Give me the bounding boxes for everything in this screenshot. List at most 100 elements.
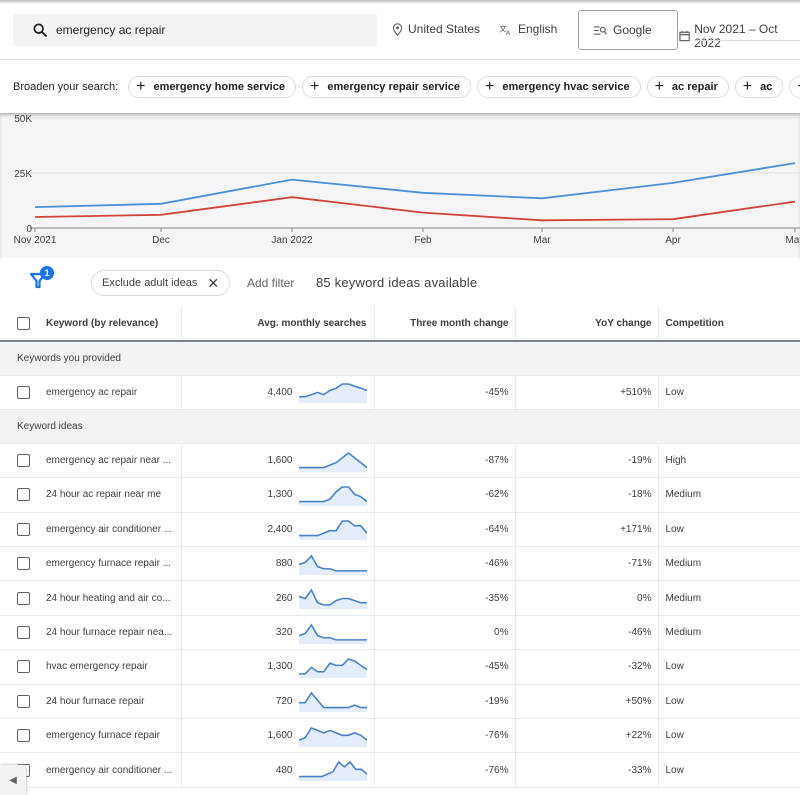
scroll-left-button[interactable]: ◀	[0, 765, 26, 795]
trend-sparkline	[298, 658, 367, 678]
x-tick-label: Feb	[414, 235, 432, 246]
column-header-avg-searches[interactable]: Avg. monthly searches	[181, 307, 375, 342]
keyword-cell: 24 hour furnace repair nea...	[0, 615, 182, 651]
row-checkbox[interactable]	[17, 626, 30, 640]
broaden-chip[interactable]: + ac repair	[646, 76, 729, 98]
x-tick-label: May	[786, 235, 800, 246]
column-header-yoy-change[interactable]: YoY change	[515, 307, 659, 342]
trend-sparkline	[298, 486, 367, 506]
row-checkbox[interactable]	[17, 454, 30, 468]
y-tick-label: 50K	[14, 114, 32, 125]
broaden-chip[interactable]: + emergency repair service	[301, 76, 472, 98]
keyword-cell: emergency furnace repair ...	[0, 546, 182, 582]
table-header-row: Keyword (by relevance) Avg. monthly sear…	[0, 307, 800, 342]
avg-searches-value: 720	[275, 695, 293, 707]
table-row[interactable]: emergency furnace repair 1,600 -76% +22%…	[0, 718, 800, 754]
avg-searches-cell: 480	[181, 752, 375, 788]
keyword-cell: emergency furnace repair	[0, 718, 182, 754]
select-all-checkbox[interactable]	[17, 317, 30, 330]
date-range-selector[interactable]: Nov 2021 – Oct 2022	[679, 22, 800, 50]
yoy-change-cell: -18%	[515, 477, 659, 513]
location-pin-icon	[392, 22, 403, 36]
broaden-chip[interactable]: + ac	[734, 76, 784, 98]
keyword-cell: 24 hour furnace repair	[0, 684, 182, 720]
avg-searches-value: 480	[275, 764, 293, 776]
table-row[interactable]: emergency air conditioner ... 2,400 -64%…	[0, 512, 800, 548]
row-checkbox[interactable]	[17, 591, 30, 605]
table-row[interactable]: emergency ac repair 4,400 -45% +510% Low	[0, 375, 800, 410]
x-tick-label: Apr	[665, 235, 681, 246]
avg-searches-value: 4,400	[267, 386, 293, 398]
active-filter-chip[interactable]: Exclude adult ideas ✕	[91, 270, 231, 296]
plus-icon: +	[309, 78, 320, 95]
table-row[interactable]: 24 hour furnace repair 720 -19% +50% Low	[0, 684, 800, 720]
row-checkbox[interactable]	[17, 522, 30, 536]
three-month-change-cell: -45%	[374, 649, 516, 685]
table-row[interactable]: 24 hour ac repair near me 1,300 -62% -18…	[0, 477, 800, 513]
row-checkbox[interactable]	[17, 729, 30, 743]
search-network-icon	[594, 25, 607, 35]
chevron-left-icon: ◀	[9, 774, 17, 786]
location-label: United States	[408, 22, 481, 36]
table-row[interactable]: 24 hour heating and air co... 260 -35% 0…	[0, 580, 800, 616]
location-selector[interactable]: United States	[392, 22, 480, 36]
trend-sparkline	[298, 383, 367, 404]
avg-searches-cell: 1,600	[181, 718, 375, 754]
search-input[interactable]: emergency ac repair	[13, 14, 377, 46]
table-row[interactable]: 24 hour furnace repair nea... 320 0% -46…	[0, 615, 800, 651]
avg-searches-value: 1,300	[267, 661, 293, 673]
avg-searches-value: 2,400	[267, 523, 293, 535]
competition-cell: Low	[658, 649, 800, 685]
broaden-chip[interactable]: +hvac	[789, 76, 800, 98]
date-range-underline	[694, 40, 800, 41]
keyword-cell: emergency ac repair	[0, 375, 182, 410]
keyword-ideas-count: 85 keyword ideas available	[316, 275, 478, 290]
avg-searches-cell: 2,400	[181, 512, 375, 548]
close-icon[interactable]: ✕	[207, 275, 219, 292]
avg-searches-value: 880	[275, 558, 293, 570]
row-checkbox[interactable]	[17, 694, 30, 708]
language-selector[interactable]: 文A English	[499, 22, 557, 36]
row-checkbox[interactable]	[17, 557, 30, 571]
three-month-change-cell: -76%	[374, 752, 516, 788]
search-network-selector[interactable]: Google	[578, 10, 678, 50]
top-toolbar: emergency ac repair United States 文A Eng…	[0, 0, 800, 60]
table-row[interactable]: emergency ac repair near ... 1,600 -87% …	[0, 443, 800, 479]
avg-searches-cell: 1,300	[181, 649, 375, 685]
add-filter-button[interactable]: Add filter	[247, 276, 294, 290]
row-checkbox[interactable]	[17, 385, 30, 399]
x-tick-label: Jan 2022	[271, 235, 313, 246]
table-row[interactable]: emergency furnace repair ... 880 -46% -7…	[0, 546, 800, 582]
top-shadow	[0, 0, 800, 4]
plus-icon: +	[136, 78, 146, 95]
row-checkbox[interactable]	[17, 488, 30, 502]
calendar-icon	[679, 30, 690, 42]
competition-cell: Medium	[658, 546, 800, 582]
row-checkbox[interactable]	[17, 660, 30, 674]
three-month-change-cell: -35%	[374, 580, 516, 616]
yoy-change-cell: +50%	[515, 684, 659, 720]
table-row[interactable]: emergency air conditioner ... 480 -76% -…	[0, 752, 800, 788]
keyword-table: Keyword (by relevance) Avg. monthly sear…	[0, 307, 800, 788]
column-header-three-month-change[interactable]: Three month change	[374, 307, 516, 342]
yoy-change-cell: -46%	[515, 615, 659, 651]
section-keywords-provided: Keywords you provided	[0, 341, 800, 376]
broaden-chip[interactable]: + emergency hvac service	[477, 76, 641, 98]
section-label: Keywords you provided	[0, 341, 800, 376]
trend-sparkline	[298, 691, 367, 713]
search-icon	[33, 23, 47, 37]
three-month-change-cell: -64%	[374, 512, 516, 548]
keyword-cell: 24 hour heating and air co...	[0, 580, 182, 616]
yoy-change-cell: -32%	[515, 649, 659, 685]
competition-cell: Low	[658, 718, 800, 754]
competition-cell: Low	[658, 375, 800, 410]
keyword-text: 24 hour heating and air co...	[46, 592, 171, 604]
column-header-keyword[interactable]: Keyword (by relevance)	[0, 307, 182, 342]
avg-searches-cell: 260	[181, 580, 375, 616]
column-header-competition[interactable]: Competition	[658, 307, 800, 342]
table-row[interactable]: hvac emergency repair 1,300 -45% -32% Lo…	[0, 649, 800, 685]
yoy-change-cell: +22%	[515, 718, 659, 754]
broaden-chip[interactable]: + emergency home service	[128, 76, 296, 98]
yoy-change-cell: 0%	[515, 580, 659, 616]
avg-searches-cell: 880	[181, 546, 375, 582]
